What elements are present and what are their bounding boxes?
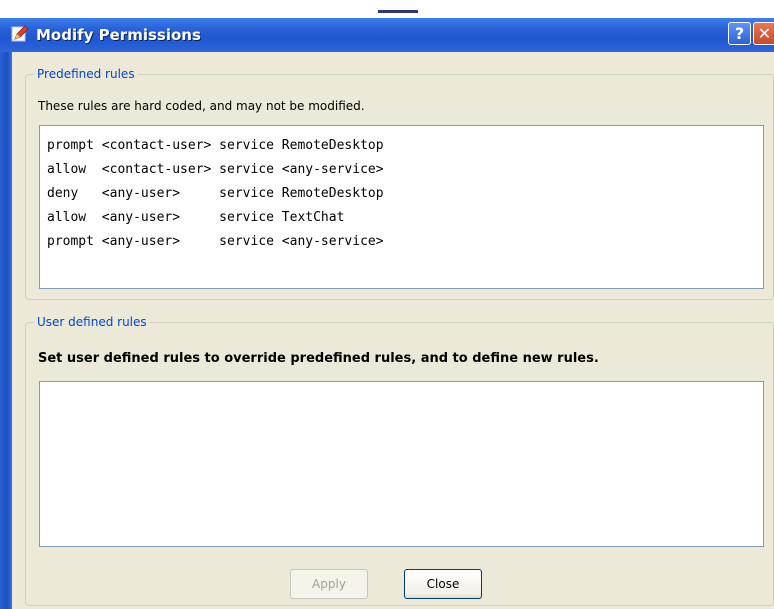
modify-permissions-window: Modify Permissions ? ✕ Predefined rules …	[0, 0, 774, 609]
window-title: Modify Permissions	[36, 26, 201, 44]
user-defined-rules-group: User defined rules Set user defined rule…	[25, 314, 774, 606]
help-button[interactable]: ?	[728, 22, 751, 45]
predefined-rules-group: Predefined rules These rules are hard co…	[25, 66, 774, 300]
predefined-rules-legend: Predefined rules	[34, 66, 138, 82]
rule-line: prompt <any-user> service <any-service>	[47, 234, 384, 249]
rule-line: prompt <contact-user> service RemoteDesk…	[47, 138, 384, 153]
top-strip	[0, 0, 774, 18]
user-defined-rules-legend: User defined rules	[34, 314, 150, 330]
rule-line: allow <any-user> service TextChat	[47, 210, 345, 225]
close-button[interactable]: Close	[404, 569, 482, 599]
rule-line: deny <any-user> service RemoteDesktop	[47, 186, 384, 201]
user-defined-rules-input[interactable]	[39, 381, 764, 547]
dialog-client-area: Predefined rules These rules are hard co…	[12, 52, 774, 609]
user-defined-rules-description: Set user defined rules to override prede…	[38, 351, 599, 366]
rule-line: allow <contact-user> service <any-servic…	[47, 162, 384, 177]
apply-button[interactable]: Apply	[290, 569, 368, 599]
edit-pencil-icon	[11, 25, 29, 42]
window-left-border	[0, 52, 12, 609]
predefined-rules-list[interactable]: prompt <contact-user> service RemoteDesk…	[39, 125, 764, 289]
top-notch	[378, 10, 418, 13]
title-bar[interactable]: Modify Permissions ? ✕	[0, 18, 774, 52]
predefined-rules-description: These rules are hard coded, and may not …	[38, 99, 365, 113]
window-close-button[interactable]: ✕	[753, 22, 774, 45]
